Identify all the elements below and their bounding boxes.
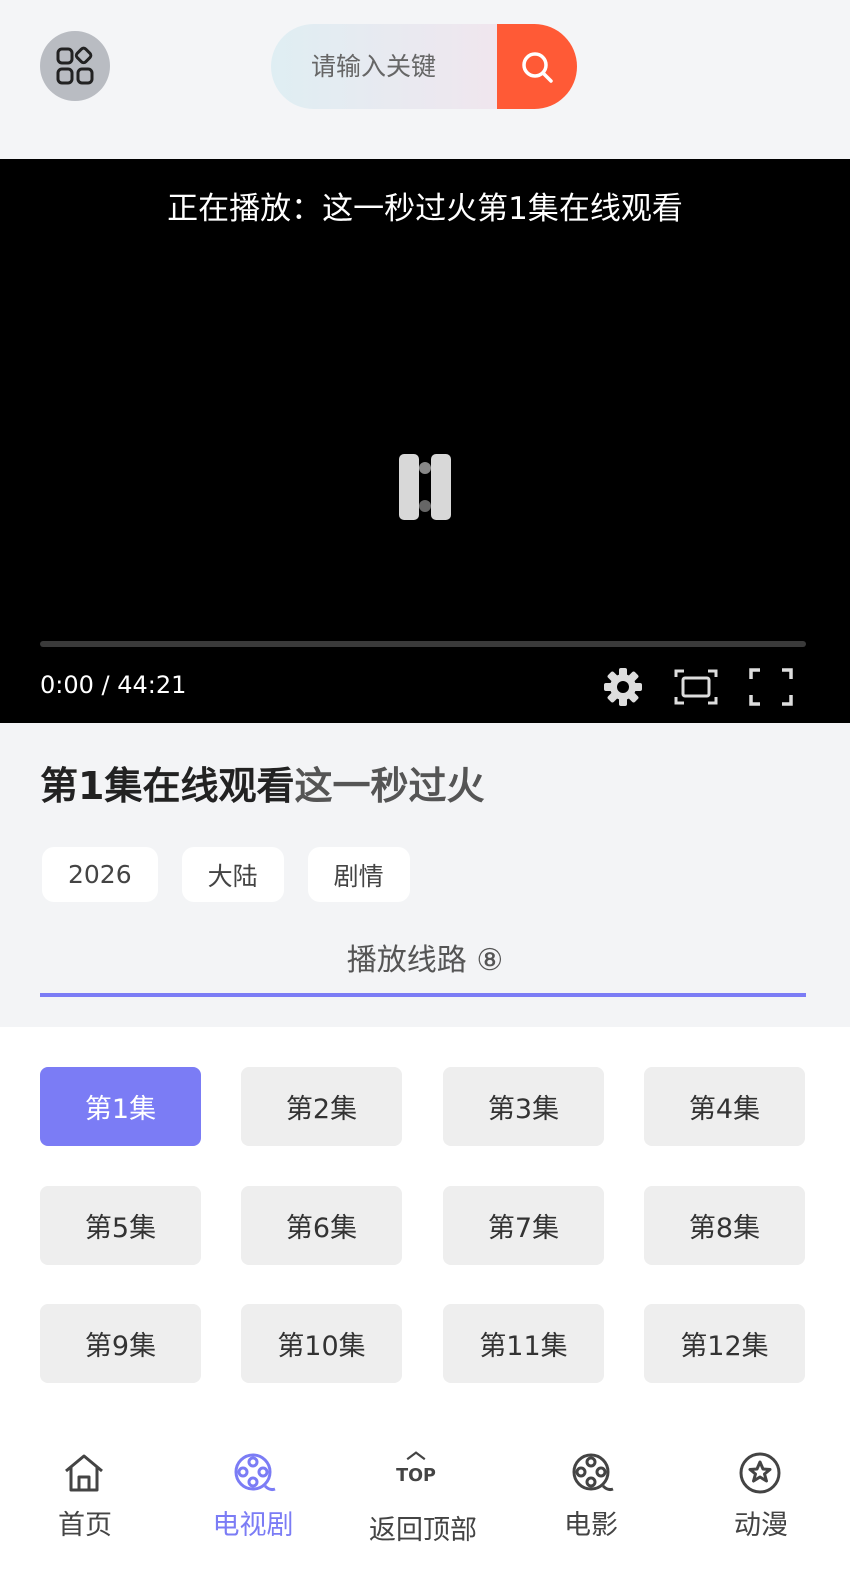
episode-button-7[interactable]: 第7集 — [443, 1186, 604, 1265]
tv-reel-icon — [234, 1453, 276, 1492]
progress-bar[interactable] — [40, 641, 806, 647]
episode-button-2[interactable]: 第2集 — [241, 1067, 402, 1146]
nav-label-tv: 电视剧 — [212, 1510, 294, 1541]
menu-button[interactable] — [40, 31, 110, 101]
episode-button-3[interactable]: 第3集 — [443, 1067, 604, 1146]
tag-region[interactable]: 大陆 — [181, 847, 284, 902]
episode-button-12[interactable]: 第12集 — [644, 1304, 805, 1383]
episode-button-9[interactable]: 第9集 — [40, 1304, 201, 1383]
episode-button-6[interactable]: 第6集 — [241, 1186, 402, 1265]
search-button[interactable] — [497, 24, 577, 109]
nav-item-tv[interactable]: 电视剧 — [168, 1418, 338, 1578]
picture-in-picture-icon — [674, 669, 718, 705]
episode-button-4[interactable]: 第4集 — [644, 1067, 805, 1146]
tag-year[interactable]: 2026 — [42, 847, 158, 902]
settings-button[interactable] — [601, 665, 645, 709]
nav-item-home[interactable]: 首页 — [0, 1418, 170, 1578]
nav-item-anime[interactable]: 动漫 — [676, 1418, 846, 1578]
nav-item-back-to-top[interactable]: TOP 返回顶部 — [338, 1418, 508, 1578]
time-display: 0:00 / 44:21 — [40, 671, 187, 699]
episode-button-1[interactable]: 第1集 — [40, 1067, 201, 1146]
video-player[interactable]: 正在播放：这一秒过火第1集在线观看 0:00 / 44:21 — [0, 159, 850, 723]
fullscreen-button[interactable] — [749, 665, 793, 709]
route-tab-underline — [40, 993, 806, 997]
nav-label-home: 首页 — [58, 1510, 112, 1541]
top-text: TOP — [396, 1466, 436, 1486]
star-icon — [739, 1452, 781, 1494]
tag-genre[interactable]: 剧情 — [307, 847, 410, 902]
nav-label-back-to-top: 返回顶部 — [369, 1515, 477, 1546]
tag-list: 2026 大陆 剧情 — [42, 847, 410, 902]
series-title[interactable]: 这一秒过火 — [294, 764, 484, 808]
episode-button-10[interactable]: 第10集 — [241, 1304, 402, 1383]
apps-icon — [56, 46, 94, 85]
episode-button-11[interactable]: 第11集 — [443, 1304, 604, 1383]
fullscreen-icon — [749, 668, 793, 706]
nav-label-anime: 动漫 — [734, 1510, 788, 1541]
loading-icon — [396, 451, 454, 527]
now-playing-title: 正在播放：这一秒过火第1集在线观看 — [167, 191, 683, 227]
search-box — [271, 24, 577, 109]
film-reel-icon — [572, 1453, 614, 1492]
search-icon — [522, 51, 553, 83]
episode-title-text: 第1集在线观看 — [40, 764, 295, 808]
nav-item-movie[interactable]: 电影 — [506, 1418, 676, 1578]
tab-play-route[interactable]: 播放线路 ⑧ — [0, 935, 850, 979]
episode-button-8[interactable]: 第8集 — [644, 1186, 805, 1265]
home-icon — [65, 1454, 103, 1492]
episode-button-5[interactable]: 第5集 — [40, 1186, 201, 1265]
header — [0, 0, 850, 159]
pip-button[interactable] — [674, 665, 718, 709]
search-input[interactable] — [271, 24, 497, 109]
top-icon: TOP — [396, 1451, 436, 1486]
episode-title: 第1集在线观看这一秒过火 — [40, 755, 484, 810]
nav-label-movie: 电影 — [564, 1510, 618, 1541]
gear-icon — [604, 668, 642, 706]
bottom-nav: 首页 电视剧 TOP 返回顶部 电影 动漫 — [0, 1418, 850, 1578]
